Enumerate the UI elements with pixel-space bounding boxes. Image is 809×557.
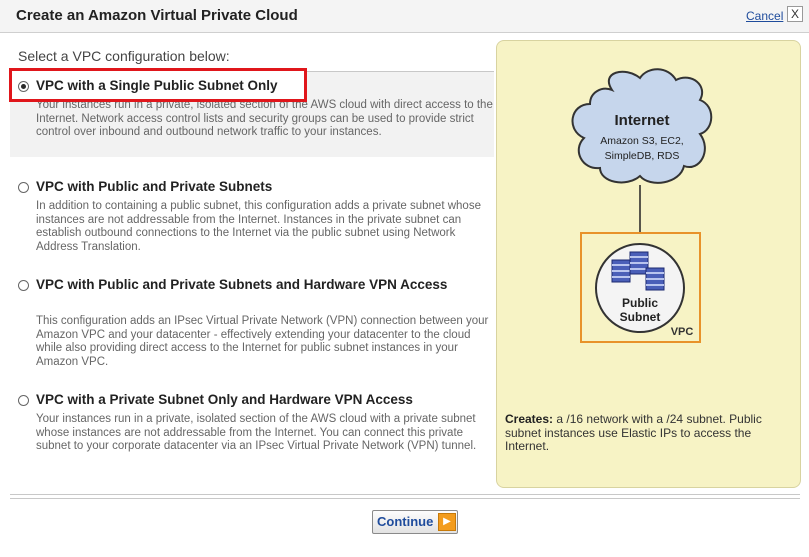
- radio-public-private-subnets[interactable]: [18, 182, 29, 193]
- radio-single-public-subnet-marker[interactable]: [18, 81, 29, 92]
- option-description: Your instances run in a private, isolate…: [36, 413, 477, 452]
- dialog-title: Create an Amazon Virtual Private Cloud: [16, 7, 298, 24]
- option-description: In addition to containing a public subne…: [36, 200, 481, 253]
- close-icon[interactable]: X: [787, 6, 803, 22]
- cancel-link[interactable]: Cancel: [746, 9, 783, 23]
- footer-divider-2: [10, 498, 800, 499]
- option-public-private-subnets[interactable]: VPC with Public and Private Subnets In a…: [18, 179, 488, 259]
- continue-button[interactable]: Continue ▶: [372, 510, 458, 534]
- radio-public-private-vpn[interactable]: [18, 280, 29, 291]
- arrow-right-icon[interactable]: ▶: [438, 513, 456, 531]
- option-title[interactable]: VPC with a Private Subnet Only and Hardw…: [36, 392, 486, 408]
- config-prompt: Select a VPC configuration below:: [18, 48, 230, 64]
- option-description: Your instances run in a private, isolate…: [36, 99, 493, 138]
- configuration-summary: Creates: a /16 network with a /24 subnet…: [505, 412, 795, 454]
- option-description: This configuration adds an IPsec Virtual…: [36, 315, 489, 368]
- dialog-titlebar: Create an Amazon Virtual Private Cloud C…: [0, 0, 809, 33]
- option-title[interactable]: VPC with Public and Private Subnets and …: [36, 277, 486, 293]
- radio-private-subnet-vpn[interactable]: [18, 395, 29, 406]
- summary-label: Creates:: [505, 412, 554, 426]
- footer-divider: [10, 494, 800, 495]
- option-title[interactable]: VPC with Public and Private Subnets: [36, 179, 486, 195]
- continue-label[interactable]: Continue: [377, 514, 433, 529]
- option-private-subnet-vpn[interactable]: VPC with a Private Subnet Only and Hardw…: [18, 392, 488, 472]
- option-public-private-vpn[interactable]: VPC with Public and Private Subnets and …: [18, 277, 488, 372]
- option-single-public-subnet-label[interactable]: VPC with a Single Public Subnet Only: [18, 78, 488, 98]
- option-title-highlighted[interactable]: VPC with a Single Public Subnet Only: [36, 78, 486, 94]
- create-vpc-dialog: Create an Amazon Virtual Private Cloud C…: [0, 0, 809, 557]
